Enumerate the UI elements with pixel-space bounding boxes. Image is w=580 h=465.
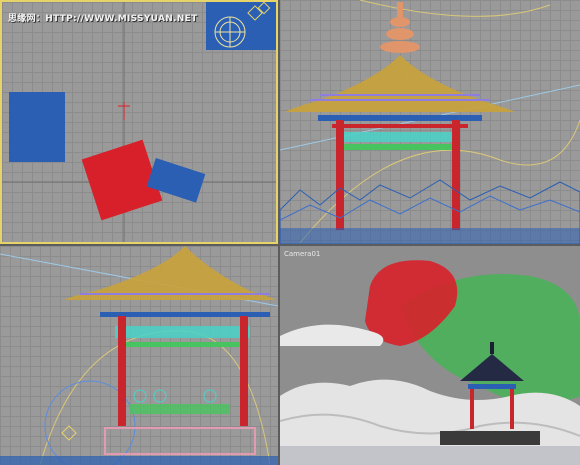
left-view-canvas: [0, 246, 278, 465]
viewport-camera[interactable]: Camera01: [280, 246, 580, 465]
viewport-separator-vertical[interactable]: [278, 0, 280, 465]
navigation-inset: [206, 2, 276, 50]
pillar-left: [336, 120, 344, 230]
pillar-right: [240, 316, 248, 426]
pagoda-roof: [285, 55, 515, 112]
pillar-left: [118, 316, 126, 426]
pagoda-roof: [64, 246, 276, 300]
pagoda-finial: [380, 2, 420, 53]
camera-view-canvas: [280, 260, 580, 465]
viewport-separator-horizontal[interactable]: [0, 244, 580, 246]
front-view-canvas: [280, 0, 580, 244]
viewport-top[interactable]: 思缘网：HTTP://WWW.MISSYUAN.NET: [0, 0, 278, 244]
pillar-right: [452, 120, 460, 230]
watermark-text: 思缘网：HTTP://WWW.MISSYUAN.NET: [8, 14, 198, 24]
top-view-canvas: [2, 2, 276, 242]
viewport-front[interactable]: [280, 0, 580, 244]
blue-box-object: [9, 92, 65, 162]
viewport-left[interactable]: [0, 246, 278, 465]
viewport-label-camera: Camera01: [284, 250, 321, 258]
